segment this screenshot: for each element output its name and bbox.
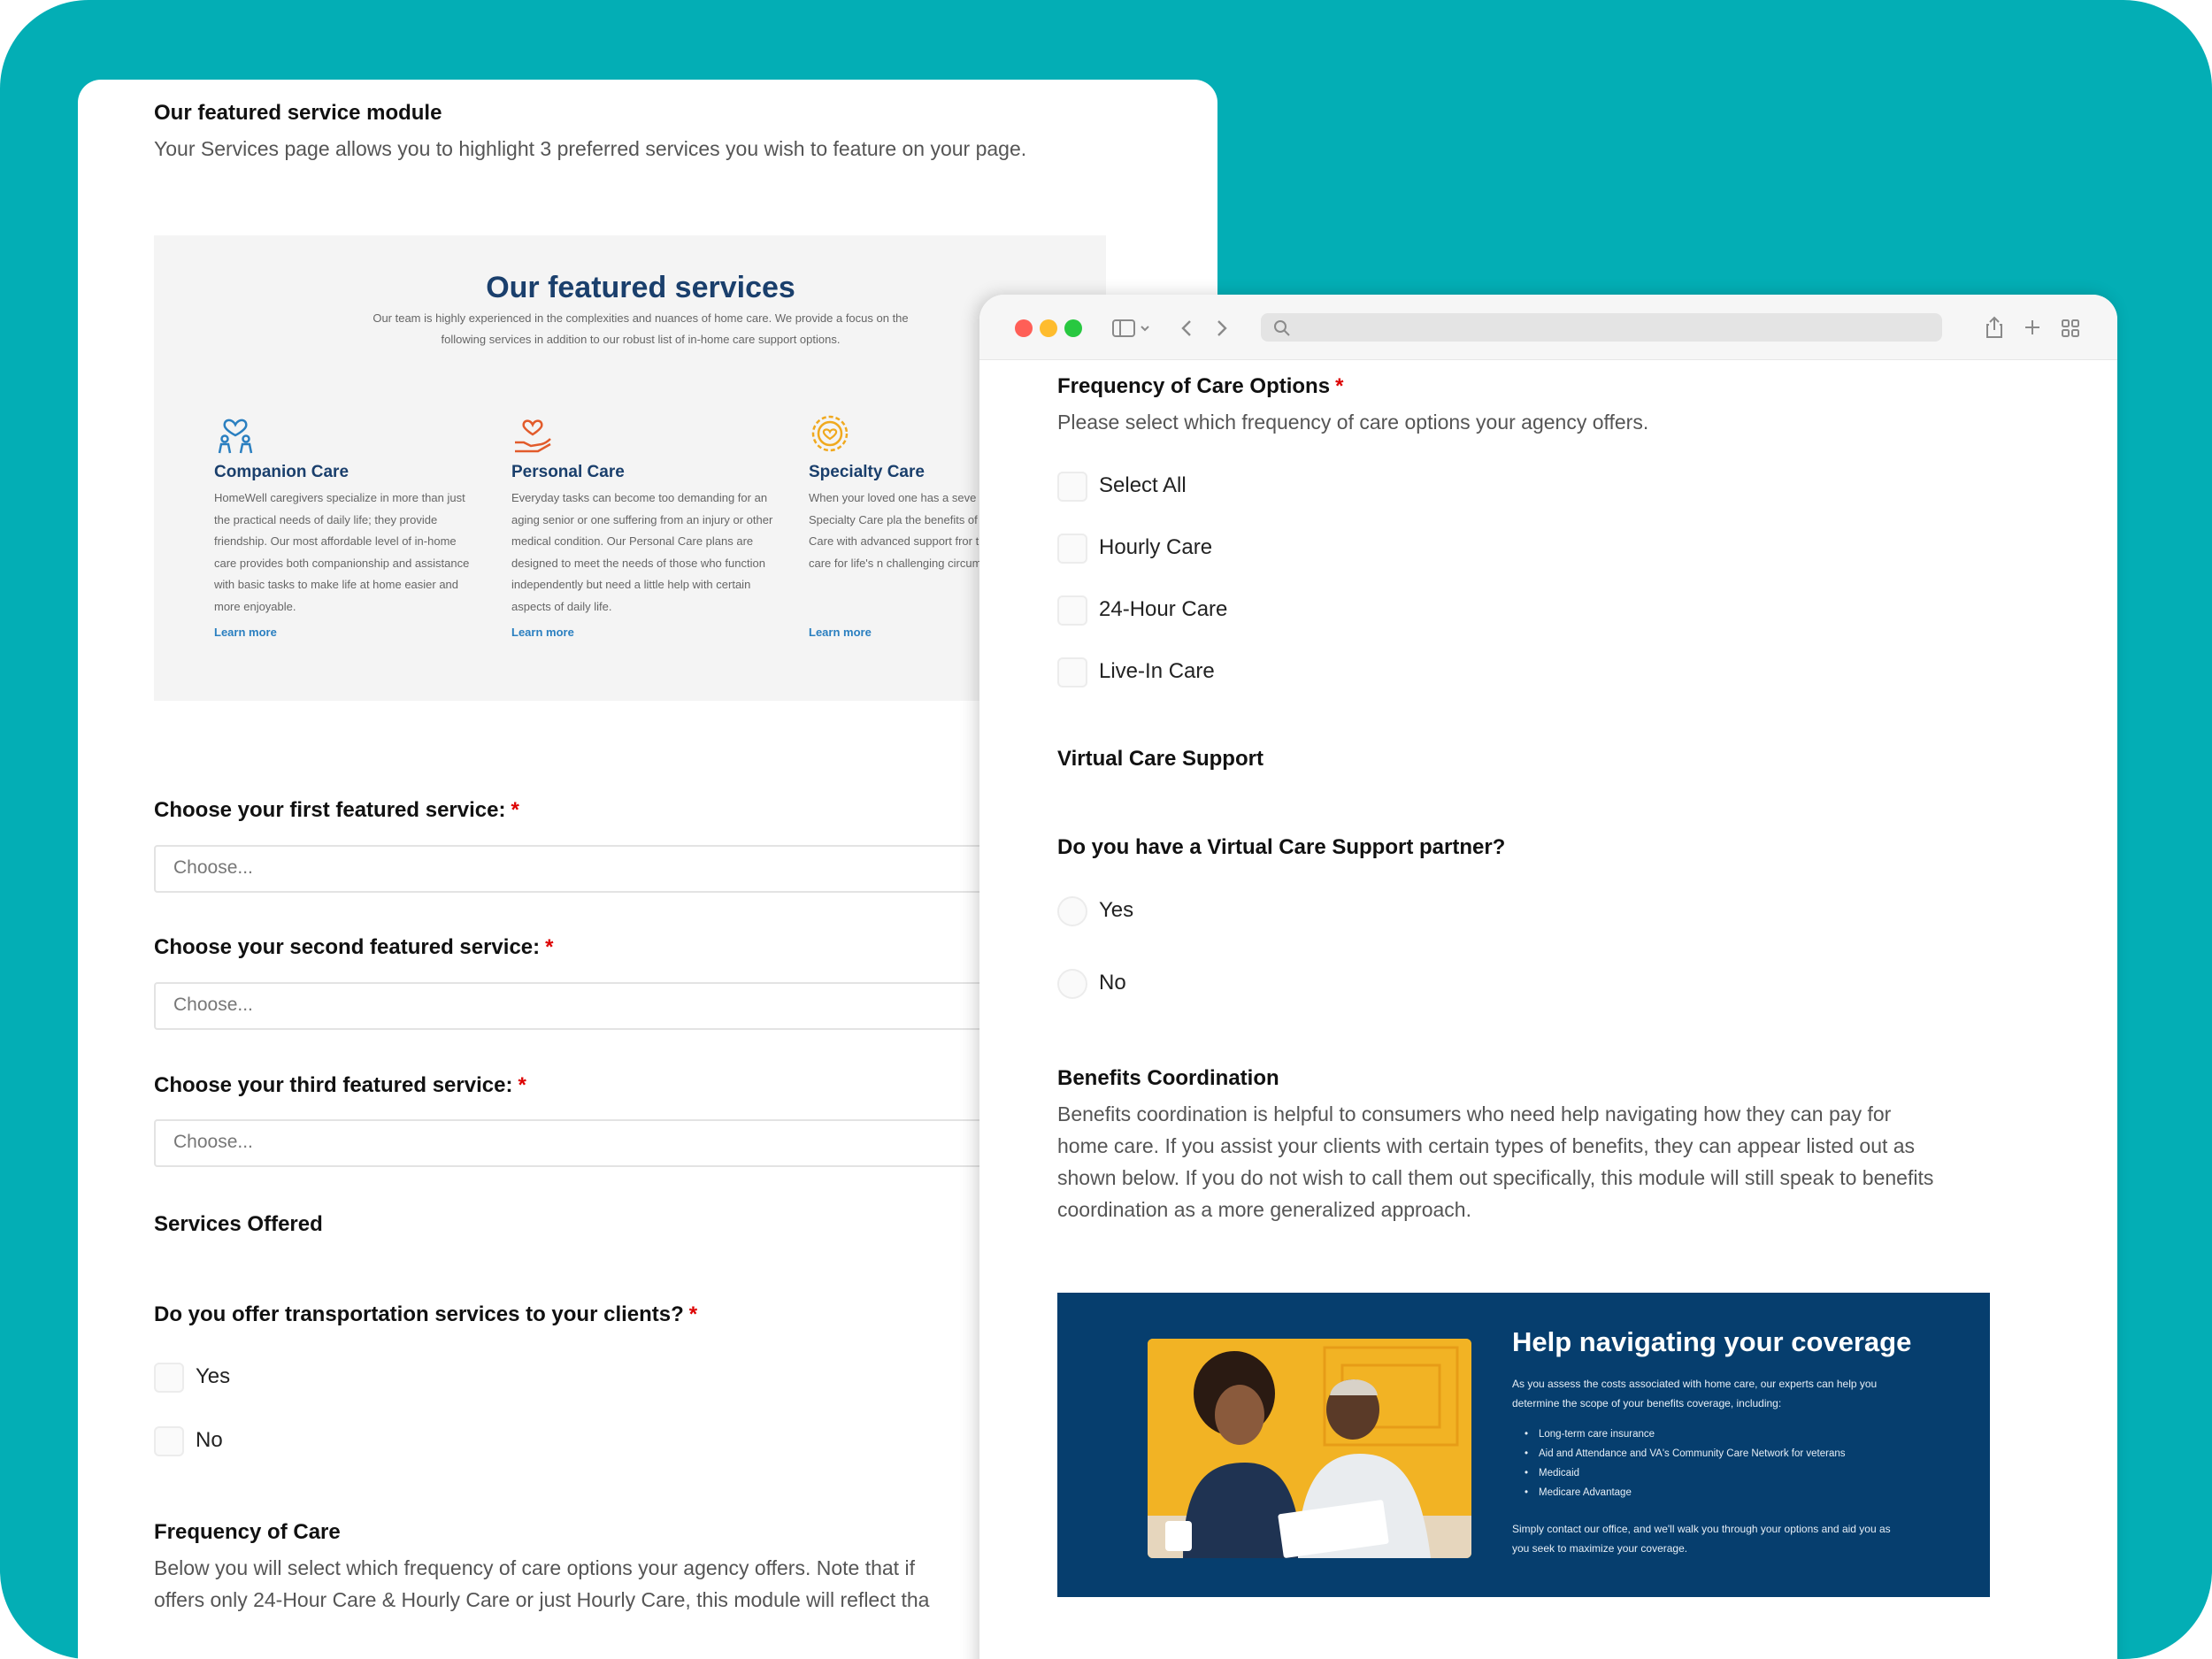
specialty-care-icon [811,415,849,452]
close-window-button[interactable] [1015,319,1033,337]
option-label: No [1099,971,1126,995]
option-label: Yes [196,1364,231,1388]
services-offered-heading: Services Offered [154,1212,323,1236]
search-icon [1274,320,1290,336]
required-marker: * [688,1302,698,1326]
personal-care-icon [515,419,551,453]
first-service-label: Choose your first featured service: * [154,798,519,823]
photo-illustration [1148,1339,1471,1558]
radio-button[interactable] [1057,896,1087,926]
service-name: Personal Care [511,463,625,481]
transport-question: Do you offer transportation services to … [154,1302,697,1327]
service-card-personal: Personal Care Everyday tasks can become … [511,412,777,639]
benefits-heading: Benefits Coordination [1057,1066,1279,1090]
back-arrow-icon[interactable] [1179,319,1194,338]
description-line: coordination as a more generalized appro… [1057,1198,1471,1221]
option-label: Live-In Care [1099,659,1215,683]
preview-title: Our featured services [486,271,795,304]
required-marker: * [1335,374,1344,398]
browser-toolbar [979,295,2117,360]
label-text: Do you offer transportation services to … [154,1302,684,1326]
description-line: offers only 24-Hour Care & Hourly Care o… [154,1588,930,1611]
companion-care-icon [218,419,253,454]
option-label: Yes [1099,898,1134,922]
option-label: Select All [1099,473,1187,497]
maximize-window-button[interactable] [1064,319,1082,337]
checkbox[interactable] [1057,657,1087,687]
benefits-description: Benefits coordination is helpful to cons… [1057,1098,1933,1225]
learn-more-link[interactable]: Learn more [214,626,480,639]
option-label: No [196,1428,223,1452]
select-placeholder: Choose... [173,995,253,1015]
coverage-hero-preview: Help navigating your coverage As you ass… [1057,1293,1990,1597]
description-line: Below you will select which frequency of… [154,1556,915,1579]
service-description: Everyday tasks can become too demanding … [511,491,773,613]
minimize-window-button[interactable] [1040,319,1057,337]
service-name: Companion Care [214,463,349,481]
share-icon[interactable] [1985,316,2004,339]
tab-overview-icon[interactable] [2061,319,2080,338]
option-label: Hourly Care [1099,535,1213,559]
hero-text-line: Simply contact our office, and we'll wal… [1512,1523,1891,1535]
label-text: Choose your third featured service: [154,1073,513,1097]
select-placeholder: Choose... [173,1132,253,1152]
label-text: Choose your first featured service: [154,798,506,822]
virtual-care-question: Do you have a Virtual Care Support partn… [1057,835,1506,859]
label-text: Choose your second featured service: [154,935,541,959]
canvas: Our featured service module Your Service… [0,0,2212,1659]
hero-text-line: determine the scope of your benefits cov… [1512,1397,1782,1409]
select-placeholder: Choose... [173,857,253,878]
radio-button[interactable] [1057,969,1087,999]
preview-intro: Our team is highly experienced in the co… [331,308,950,350]
checkbox[interactable] [1057,472,1087,502]
frequency-description: Below you will select which frequency of… [154,1552,929,1616]
hero-list-item: Medicare Advantage [1525,1487,1632,1498]
hero-text-line: As you assess the costs associated with … [1512,1378,1878,1390]
hero-text-line: you seek to maximize your coverage. [1512,1542,1688,1555]
frequency-heading: Frequency of Care [154,1520,341,1544]
sidebar-toggle-icon[interactable] [1112,319,1151,338]
checkbox[interactable] [1057,595,1087,626]
service-description: HomeWell caregivers specialize in more t… [214,491,470,613]
browser-window: Frequency of Care Options * Please select… [979,295,2117,1659]
learn-more-link[interactable]: Learn more [511,626,777,639]
hero-list-item: Medicaid [1525,1468,1579,1479]
label-text: Frequency of Care Options [1057,374,1331,398]
preview-intro-line: Our team is highly experienced in the co… [373,311,909,325]
hero-list-item: Long-term care insurance [1525,1429,1655,1440]
preview-intro-line: following services in addition to our ro… [441,333,841,346]
hero-title: Help navigating your coverage [1512,1326,1912,1357]
virtual-care-heading: Virtual Care Support [1057,747,1263,771]
second-service-label: Choose your second featured service: * [154,935,553,960]
service-card-companion: Companion Care HomeWell caregivers speci… [214,412,480,639]
description-line: Benefits coordination is helpful to cons… [1057,1102,1892,1125]
required-marker: * [511,798,519,822]
caregiver-photo [1148,1339,1471,1558]
module-description: Your Services page allows you to highlig… [154,137,1027,160]
required-marker: * [545,935,554,959]
hero-list-item: Aid and Attendance and VA's Community Ca… [1525,1448,1846,1459]
checkbox[interactable] [1057,534,1087,564]
description-line: shown below. If you do not wish to call … [1057,1166,1934,1189]
address-bar[interactable] [1261,313,1942,342]
checkbox[interactable] [154,1363,184,1393]
third-service-label: Choose your third featured service: * [154,1073,526,1098]
required-marker: * [518,1073,526,1097]
option-label: 24-Hour Care [1099,597,1228,621]
frequency-options-description: Please select which frequency of care op… [1057,411,1649,434]
checkbox[interactable] [154,1426,184,1456]
module-title: Our featured service module [154,101,442,125]
featured-services-preview: Our featured services Our team is highly… [154,235,1106,701]
new-tab-icon[interactable] [2024,319,2041,336]
description-line: home care. If you assist your clients wi… [1057,1134,1916,1157]
forward-arrow-icon[interactable] [1215,319,1229,338]
frequency-options-label: Frequency of Care Options * [1057,374,1343,399]
